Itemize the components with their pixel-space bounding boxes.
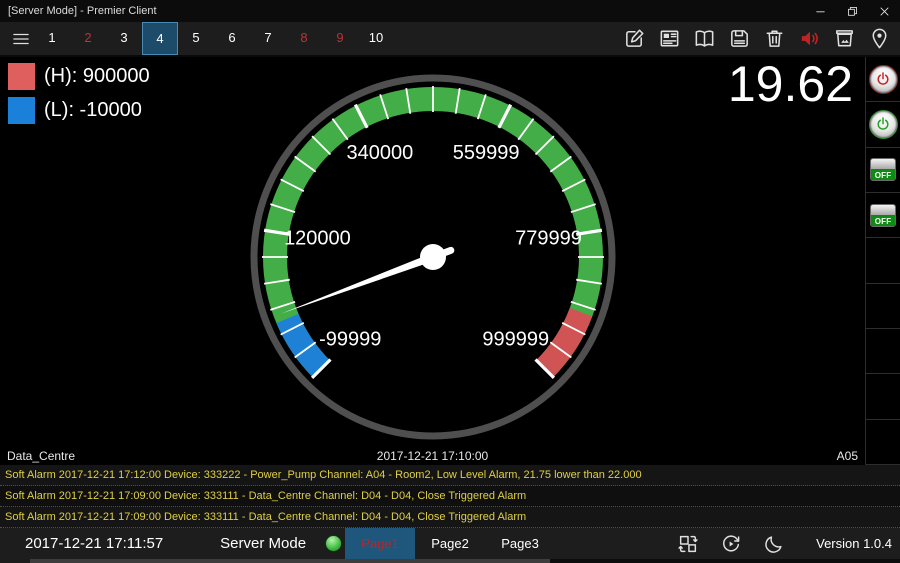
channel-id: A05 xyxy=(837,449,858,463)
version-label: Version 1.0.4 xyxy=(816,536,892,551)
page-button-page2[interactable]: Page2 xyxy=(415,528,485,559)
sidebar-cell-9 xyxy=(866,420,900,465)
sidebar-cell-6 xyxy=(866,284,900,329)
alarm-row[interactable]: Soft Alarm 2017-12-21 17:12:00 Device: 3… xyxy=(0,465,900,486)
sidebar-cell-2 xyxy=(866,102,900,147)
page-buttons: Page1Page2Page3 xyxy=(345,528,555,559)
high-limit-swatch xyxy=(8,63,35,90)
sidebar-cell-4: OFF xyxy=(866,193,900,238)
sidebar-cell-8 xyxy=(866,374,900,419)
sidebar-cell-7 xyxy=(866,329,900,374)
control-sidebar: OFF OFF xyxy=(865,57,900,465)
tab-1[interactable]: 1 xyxy=(34,22,70,55)
horizontal-scrollbar[interactable] xyxy=(0,559,900,563)
limit-legend: (H): 900000 (L): -10000 xyxy=(8,63,150,131)
alarm-row[interactable]: Soft Alarm 2017-12-21 17:09:00 Device: 3… xyxy=(0,486,900,507)
device-name: Data_Centre xyxy=(7,449,75,463)
rocker-top xyxy=(871,159,895,170)
moon-icon[interactable] xyxy=(763,533,785,555)
gauge-scale-label: 999999 xyxy=(482,329,549,351)
page-button-page3[interactable]: Page3 xyxy=(485,528,555,559)
gauge-arc-low xyxy=(287,319,321,369)
tab-8[interactable]: 8 xyxy=(286,22,322,55)
tab-6[interactable]: 6 xyxy=(214,22,250,55)
window-title: [Server Mode] - Premier Client xyxy=(0,5,804,17)
rocker-state-label: OFF xyxy=(871,170,895,181)
close-button[interactable] xyxy=(868,0,900,22)
layout-icon[interactable] xyxy=(658,27,681,50)
rocker-state-label: OFF xyxy=(871,216,895,227)
high-limit-label: (H): 900000 xyxy=(44,65,150,88)
window-controls xyxy=(804,0,900,22)
connection-status-dot xyxy=(326,536,341,551)
alarm-list: Soft Alarm 2017-12-21 17:12:00 Device: 3… xyxy=(0,465,900,528)
low-limit-row: (L): -10000 xyxy=(8,97,150,124)
tab-4[interactable]: 4 xyxy=(142,22,178,55)
save-icon[interactable] xyxy=(728,27,751,50)
sample-timestamp: 2017-12-21 17:10:00 xyxy=(377,449,488,463)
power-button-red[interactable] xyxy=(869,65,898,94)
menu-button[interactable] xyxy=(8,27,34,51)
low-limit-label: (L): -10000 xyxy=(44,99,142,122)
sidebar-cell-1 xyxy=(866,57,900,102)
high-limit-row: (H): 900000 xyxy=(8,63,150,90)
sidebar-cell-3: OFF xyxy=(866,148,900,193)
gauge-panel: -99999 120000 340000 559999 779999 999999 (H)… xyxy=(0,57,865,465)
gauge-scale-label: 120000 xyxy=(284,228,351,250)
sidebar-cell-5 xyxy=(866,238,900,283)
tab-7[interactable]: 7 xyxy=(250,22,286,55)
current-value-display: 19.62 xyxy=(728,59,853,109)
title-bar: [Server Mode] - Premier Client xyxy=(0,0,900,22)
tab-10[interactable]: 10 xyxy=(358,22,394,55)
trash-icon[interactable] xyxy=(763,27,786,50)
gauge-scale-label: -99999 xyxy=(319,329,381,351)
toolbar: 12345678910 xyxy=(0,22,900,57)
statusbar-actions: Version 1.0.4 xyxy=(677,533,900,555)
minimize-button[interactable] xyxy=(804,0,836,22)
scrollbar-thumb[interactable] xyxy=(30,559,550,563)
location-pin-icon[interactable] xyxy=(868,27,891,50)
sync-icon[interactable] xyxy=(720,533,742,555)
toolbar-actions xyxy=(623,27,900,50)
rocker-switch[interactable]: OFF xyxy=(870,158,896,181)
scrollbar-corner xyxy=(0,559,30,563)
book-icon[interactable] xyxy=(693,27,716,50)
gauge-scale-label: 340000 xyxy=(347,142,414,164)
low-limit-swatch xyxy=(8,97,35,124)
gauge-needle xyxy=(281,253,434,313)
restore-button[interactable] xyxy=(836,0,868,22)
gauge-footer: Data_Centre 2017-12-21 17:10:00 A05 xyxy=(0,448,865,465)
gauge-scale-label: 559999 xyxy=(453,142,520,164)
alarm-row[interactable]: Soft Alarm 2017-12-21 17:09:00 Device: 3… xyxy=(0,507,900,528)
snapshot-bin-icon[interactable] xyxy=(833,27,856,50)
edit-icon[interactable] xyxy=(623,27,646,50)
tab-9[interactable]: 9 xyxy=(322,22,358,55)
power-button-green[interactable] xyxy=(869,110,898,139)
page-button-page1[interactable]: Page1 xyxy=(345,528,415,559)
rocker-top xyxy=(871,205,895,216)
page-swap-icon[interactable] xyxy=(677,533,699,555)
gauge-scale-label: 779999 xyxy=(515,228,582,250)
gauge-hub xyxy=(420,244,446,270)
tab-3[interactable]: 3 xyxy=(106,22,142,55)
status-bar: 2017-12-21 17:11:57 Server Mode Page1Pag… xyxy=(0,528,900,559)
rocker-switch[interactable]: OFF xyxy=(870,204,896,227)
speaker-icon[interactable] xyxy=(798,27,821,50)
clock: 2017-12-21 17:11:57 xyxy=(25,535,163,552)
tab-2[interactable]: 2 xyxy=(70,22,106,55)
tab-5[interactable]: 5 xyxy=(178,22,214,55)
mode-label: Server Mode xyxy=(220,535,306,552)
page-tabs: 12345678910 xyxy=(34,22,394,55)
